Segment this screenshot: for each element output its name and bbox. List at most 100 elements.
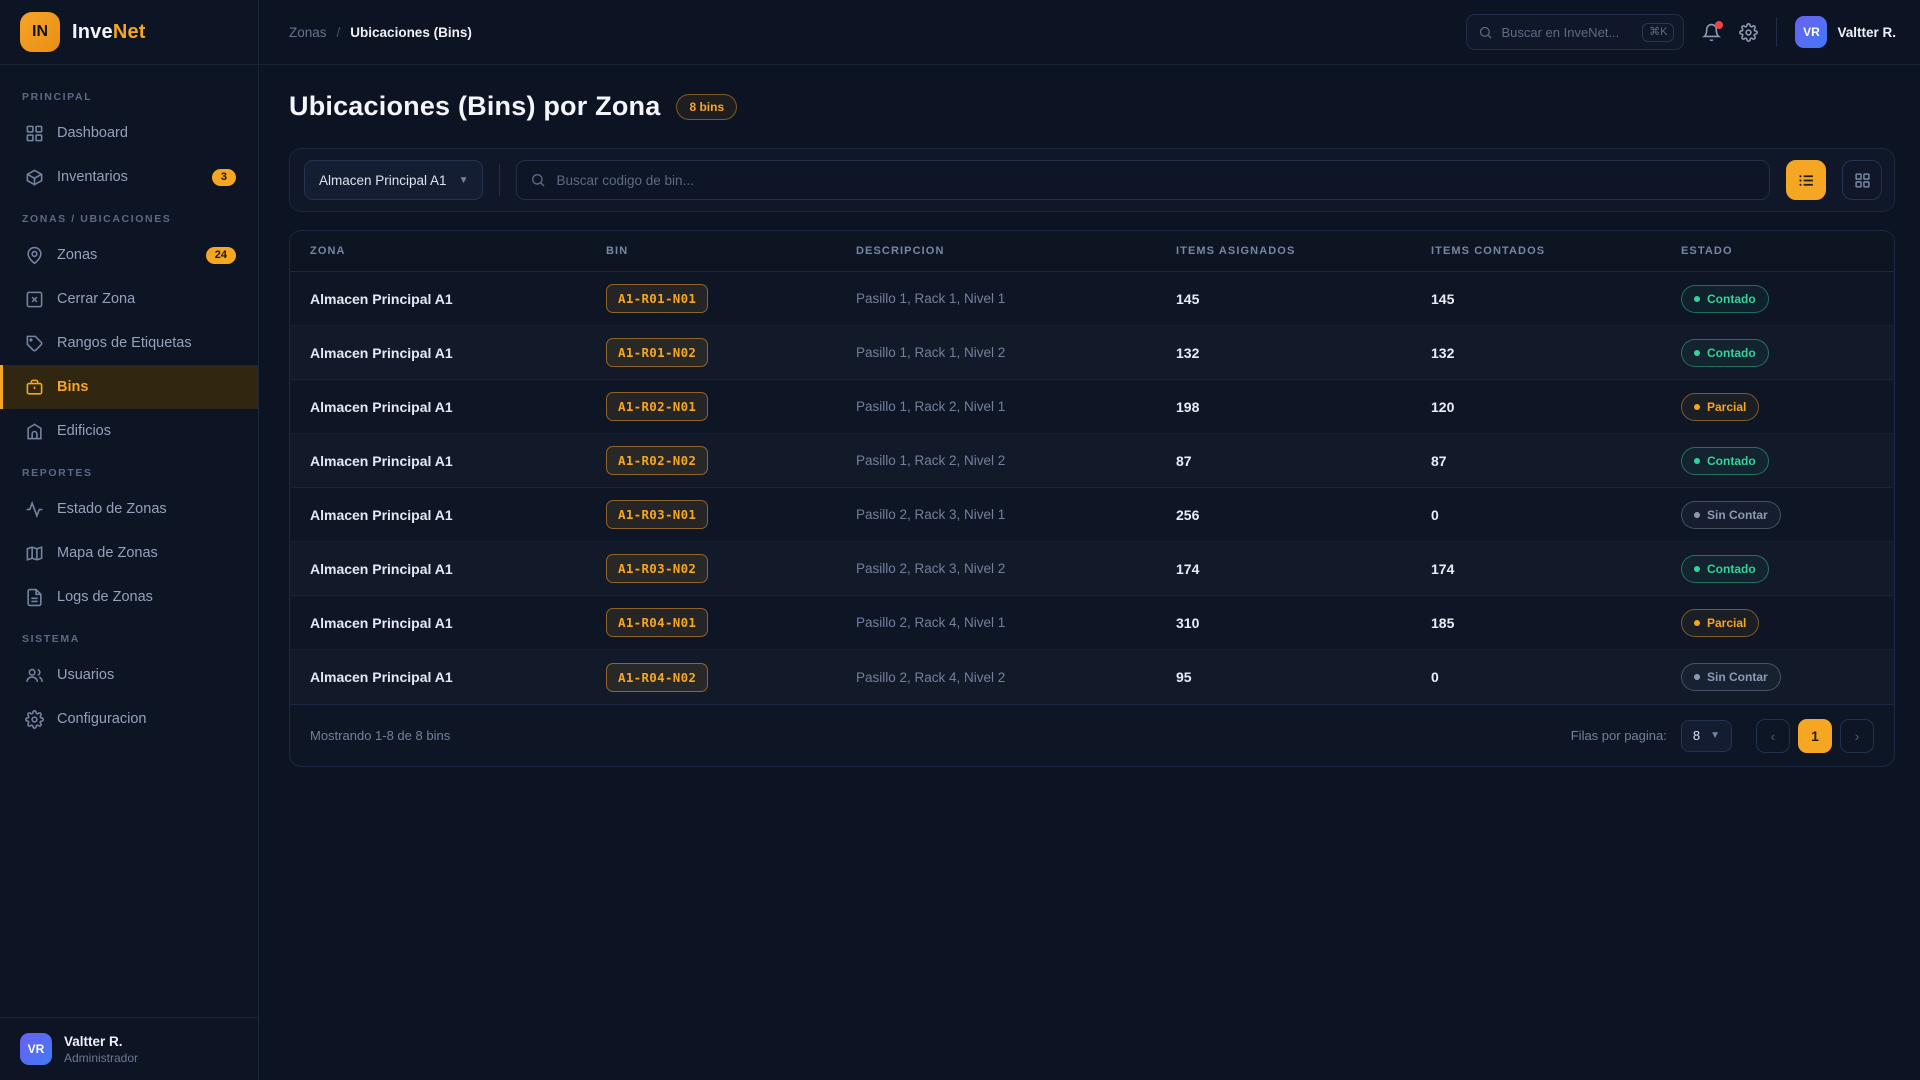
map-pin-icon xyxy=(25,246,44,265)
sidebar-item-label: Bins xyxy=(57,379,236,395)
search-icon xyxy=(530,172,546,188)
grid-view-button[interactable] xyxy=(1842,160,1882,200)
section-label-sistema: Sistema xyxy=(0,619,258,653)
sidebar-item-label: Inventarios xyxy=(57,169,199,185)
users-icon xyxy=(25,666,44,685)
table-row[interactable]: Almacen Principal A1 A1-R03-N01 Pasillo … xyxy=(290,488,1894,542)
status-dot-icon xyxy=(1694,566,1700,572)
sidebar-user-card[interactable]: VR Valtter R. Administrador xyxy=(0,1017,258,1080)
search-icon xyxy=(1478,25,1493,40)
sidebar-item-usuarios[interactable]: Usuarios xyxy=(0,653,258,697)
pagination-controls: Filas por pagina: 8 ▼ ‹ 1 › xyxy=(1571,719,1874,753)
sidebar-item-label: Zonas xyxy=(57,247,193,263)
notification-dot xyxy=(1715,21,1723,29)
rows-per-page-select[interactable]: 8 ▼ xyxy=(1681,720,1732,752)
sidebar-item-mapa-zonas[interactable]: Mapa de Zonas xyxy=(0,531,258,575)
status-badge: Contado xyxy=(1681,555,1769,583)
status-label: Contado xyxy=(1707,562,1756,576)
table-footer: Mostrando 1-8 de 8 bins Filas por pagina… xyxy=(290,704,1894,766)
table-header: Zona Bin Descripcion Items Asignados Ite… xyxy=(290,231,1894,272)
tag-icon xyxy=(25,334,44,353)
user-name: Valtter R. xyxy=(64,1034,138,1049)
status-dot-icon xyxy=(1694,620,1700,626)
sidebar-item-rangos-etiquetas[interactable]: Rangos de Etiquetas xyxy=(0,321,258,365)
sidebar-item-dashboard[interactable]: Dashboard xyxy=(0,111,258,155)
sidebar-item-logs-zonas[interactable]: Logs de Zonas xyxy=(0,575,258,619)
table-row[interactable]: Almacen Principal A1 A1-R04-N02 Pasillo … xyxy=(290,650,1894,704)
cell-descripcion: Pasillo 2, Rack 4, Nivel 2 xyxy=(836,670,1156,685)
status-label: Parcial xyxy=(1707,616,1746,630)
sidebar-item-label: Rangos de Etiquetas xyxy=(57,335,236,351)
list-view-button[interactable] xyxy=(1786,160,1826,200)
table-row[interactable]: Almacen Principal A1 A1-R03-N02 Pasillo … xyxy=(290,542,1894,596)
breadcrumb-zonas[interactable]: Zonas xyxy=(289,25,327,40)
breadcrumb: Zonas / Ubicaciones (Bins) xyxy=(289,25,472,40)
sidebar-item-inventarios[interactable]: Inventarios 3 xyxy=(0,155,258,199)
notifications-button[interactable] xyxy=(1702,23,1721,42)
prev-page-button[interactable]: ‹ xyxy=(1756,719,1790,753)
gear-icon xyxy=(25,710,44,729)
filter-bar: Almacen Principal A1 ▼ xyxy=(289,148,1895,212)
sidebar-item-bins[interactable]: Bins xyxy=(0,365,258,409)
sidebar-item-cerrar-zona[interactable]: Cerrar Zona xyxy=(0,277,258,321)
bin-count-badge: 8 bins xyxy=(676,94,737,120)
sidebar-item-label: Dashboard xyxy=(57,125,236,141)
table-row[interactable]: Almacen Principal A1 A1-R02-N02 Pasillo … xyxy=(290,434,1894,488)
sidebar-item-label: Logs de Zonas xyxy=(57,589,236,605)
brand: IN InveNet xyxy=(0,0,258,65)
inventarios-count-badge: 3 xyxy=(212,169,236,186)
cell-items-contados: 87 xyxy=(1411,453,1661,469)
activity-icon xyxy=(25,500,44,519)
sidebar-item-label: Edificios xyxy=(57,423,236,439)
sidebar-item-configuracion[interactable]: Configuracion xyxy=(0,697,258,741)
cell-descripcion: Pasillo 1, Rack 1, Nivel 1 xyxy=(836,291,1156,306)
cell-items-asignados: 174 xyxy=(1156,561,1411,577)
rows-per-page-label: Filas por pagina: xyxy=(1571,728,1667,743)
cell-descripcion: Pasillo 1, Rack 1, Nivel 2 xyxy=(836,345,1156,360)
settings-button[interactable] xyxy=(1739,23,1758,42)
next-page-button[interactable]: › xyxy=(1840,719,1874,753)
cell-items-contados: 132 xyxy=(1411,345,1661,361)
building-icon xyxy=(25,422,44,441)
breadcrumb-separator: / xyxy=(337,25,341,40)
table-row[interactable]: Almacen Principal A1 A1-R01-N02 Pasillo … xyxy=(290,326,1894,380)
global-search-input[interactable] xyxy=(1501,25,1634,40)
title-row: Ubicaciones (Bins) por Zona 8 bins xyxy=(289,91,1895,122)
bin-code-badge: A1-R01-N02 xyxy=(606,338,708,367)
cell-items-asignados: 145 xyxy=(1156,291,1411,307)
table-row[interactable]: Almacen Principal A1 A1-R02-N01 Pasillo … xyxy=(290,380,1894,434)
table-row[interactable]: Almacen Principal A1 A1-R04-N01 Pasillo … xyxy=(290,596,1894,650)
briefcase-icon xyxy=(25,378,44,397)
cell-zona: Almacen Principal A1 xyxy=(290,507,586,523)
global-search[interactable]: ⌘K xyxy=(1466,14,1684,50)
column-header-bin: Bin xyxy=(586,231,836,271)
sidebar-item-zonas[interactable]: Zonas 24 xyxy=(0,233,258,277)
bin-search[interactable] xyxy=(516,160,1770,200)
table-row[interactable]: Almacen Principal A1 A1-R01-N01 Pasillo … xyxy=(290,272,1894,326)
bins-table: Zona Bin Descripcion Items Asignados Ite… xyxy=(289,230,1895,767)
brand-name-primary: Inve xyxy=(72,21,113,43)
sidebar-item-edificios[interactable]: Edificios xyxy=(0,409,258,453)
cell-items-asignados: 132 xyxy=(1156,345,1411,361)
bin-code-badge: A1-R04-N02 xyxy=(606,663,708,692)
topbar-user[interactable]: VR Valtter R. xyxy=(1795,16,1896,48)
cell-items-asignados: 95 xyxy=(1156,669,1411,685)
status-badge: Contado xyxy=(1681,339,1769,367)
bin-search-input[interactable] xyxy=(556,173,1756,188)
zone-select[interactable]: Almacen Principal A1 ▼ xyxy=(304,160,483,200)
sidebar-item-estado-zonas[interactable]: Estado de Zonas xyxy=(0,487,258,531)
sidebar-item-label: Cerrar Zona xyxy=(57,291,236,307)
cell-items-asignados: 87 xyxy=(1156,453,1411,469)
status-badge: Sin Contar xyxy=(1681,663,1781,691)
bin-code-badge: A1-R03-N01 xyxy=(606,500,708,529)
cell-zona: Almacen Principal A1 xyxy=(290,669,586,685)
zone-select-value: Almacen Principal A1 xyxy=(319,173,447,188)
cell-items-contados: 0 xyxy=(1411,507,1661,523)
page-1-button[interactable]: 1 xyxy=(1798,719,1832,753)
status-dot-icon xyxy=(1694,404,1700,410)
cell-descripcion: Pasillo 2, Rack 3, Nivel 1 xyxy=(836,507,1156,522)
status-badge: Sin Contar xyxy=(1681,501,1781,529)
map-icon xyxy=(25,544,44,563)
cell-zona: Almacen Principal A1 xyxy=(290,561,586,577)
cell-items-contados: 185 xyxy=(1411,615,1661,631)
